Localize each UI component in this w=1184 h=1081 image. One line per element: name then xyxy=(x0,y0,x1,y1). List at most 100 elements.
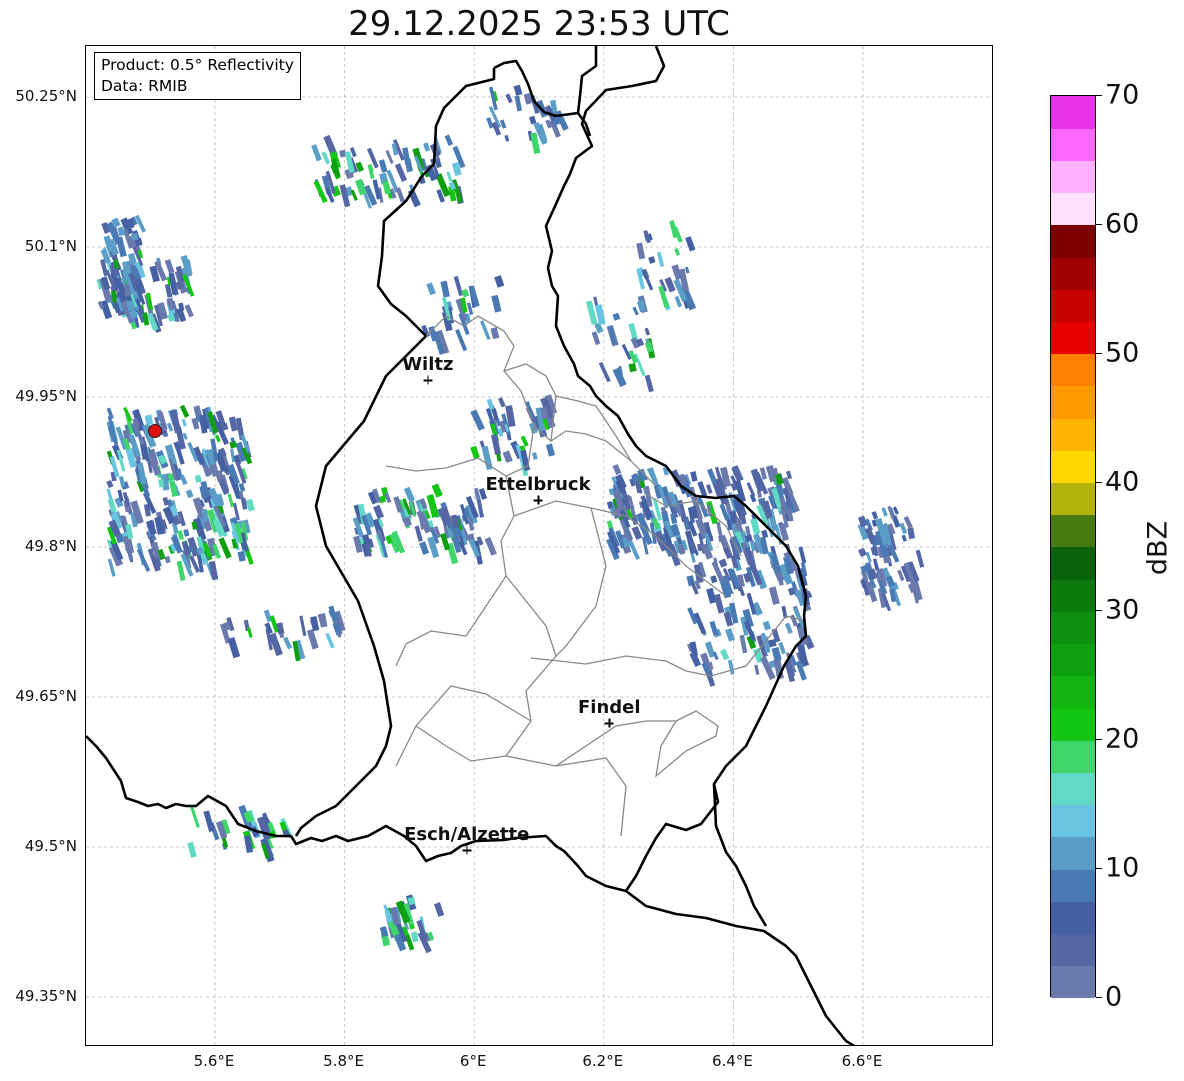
echo-cell xyxy=(881,507,888,517)
lon-tick-label: 6.6°E xyxy=(841,1052,883,1070)
lat-tick-label: 50.1°N xyxy=(24,237,77,255)
map-canvas[interactable] xyxy=(86,46,993,1046)
echo-cell xyxy=(325,632,335,649)
echo-cell xyxy=(697,481,708,497)
colorbar-tick xyxy=(1096,481,1102,483)
colorbar-tick xyxy=(1096,868,1102,870)
colorbar-segment xyxy=(1051,257,1095,290)
lat-tick-label: 49.65°N xyxy=(15,687,77,705)
echo-cell xyxy=(716,521,723,537)
echo-cell xyxy=(720,648,730,661)
colorbar xyxy=(1050,95,1096,999)
echo-cell xyxy=(164,258,175,274)
city-label: Ettelbruck xyxy=(485,474,591,495)
echo-cell xyxy=(247,627,253,638)
echo-cell xyxy=(260,837,275,863)
colorbar-segment xyxy=(1051,675,1095,709)
colorbar-segment xyxy=(1051,579,1095,612)
colorbar-tick-label: 10 xyxy=(1105,852,1140,884)
city-marker-icon xyxy=(423,375,433,385)
echo-cell xyxy=(194,474,202,483)
colorbar-segment xyxy=(1051,224,1095,258)
radar-site-marker[interactable] xyxy=(148,424,162,438)
colorbar-unit-label: dBZ xyxy=(1142,520,1174,576)
radar-echoes xyxy=(96,84,925,954)
colorbar-tick-label: 70 xyxy=(1105,79,1140,111)
colorbar-segment xyxy=(1051,901,1095,935)
lon-tick-label: 5.8°E xyxy=(323,1052,365,1070)
echo-cell xyxy=(394,163,408,183)
echo-cell xyxy=(177,530,184,541)
echo-cell xyxy=(238,482,246,492)
echo-cell xyxy=(419,541,430,555)
echo-cell xyxy=(227,493,235,508)
city-marker-icon xyxy=(533,495,543,505)
colorbar-segment xyxy=(1051,933,1095,967)
lat-tick-label: 49.8°N xyxy=(24,537,77,555)
echo-cell xyxy=(882,555,892,564)
echo-cell xyxy=(514,95,523,112)
echo-cell xyxy=(771,646,782,662)
colorbar-tick-label: 40 xyxy=(1105,466,1140,498)
echo-cell xyxy=(858,547,867,558)
echo-cell xyxy=(713,593,725,614)
colorbar-segment xyxy=(1051,643,1095,677)
echo-cell xyxy=(176,560,186,581)
colorbar-segment xyxy=(1051,289,1095,322)
colorbar-segment xyxy=(1051,128,1095,161)
echo-cell xyxy=(644,374,654,393)
echo-cell xyxy=(658,285,670,309)
echo-cell xyxy=(136,548,151,572)
colorbar-segment xyxy=(1051,965,1095,999)
echo-cell xyxy=(190,806,200,828)
colorbar-segment xyxy=(1051,740,1095,773)
echo-cell xyxy=(245,498,256,512)
echo-cell xyxy=(750,518,761,535)
colorbar-segment xyxy=(1051,869,1095,902)
echo-cell xyxy=(283,636,293,650)
colorbar-tick-label: 30 xyxy=(1105,594,1140,626)
echo-cell xyxy=(385,150,394,164)
echo-cell xyxy=(784,622,793,634)
colorbar-segment xyxy=(1051,96,1095,129)
echo-cell xyxy=(118,475,126,488)
echo-cell xyxy=(229,440,238,449)
echo-cell xyxy=(299,615,307,637)
echo-cell xyxy=(395,187,405,203)
map-panel[interactable] xyxy=(85,45,993,1046)
echo-cell xyxy=(634,353,646,377)
echo-cell xyxy=(499,119,507,129)
echo-cell xyxy=(628,363,637,373)
echo-cell xyxy=(203,810,215,833)
colorbar-segment xyxy=(1051,192,1095,226)
echo-cell xyxy=(230,448,236,463)
echo-cell xyxy=(762,620,772,631)
data-source-label: Data: RMIB xyxy=(101,77,188,95)
echo-cell xyxy=(310,615,320,632)
colorbar-tick xyxy=(1096,997,1102,998)
echo-cell xyxy=(183,529,190,537)
colorbar-segment xyxy=(1051,708,1095,741)
echo-cell xyxy=(591,331,601,346)
colorbar-segment xyxy=(1051,418,1095,451)
echo-cell xyxy=(378,159,388,173)
colorbar-tick xyxy=(1096,739,1102,741)
echo-cell xyxy=(491,294,502,313)
echo-cell xyxy=(179,404,190,418)
city-marker-icon xyxy=(462,845,472,855)
map-title: 29.12.2025 23:53 UTC xyxy=(348,4,730,44)
echo-cell xyxy=(318,613,328,628)
echo-cell xyxy=(513,84,523,96)
echo-cell xyxy=(690,471,698,482)
echo-cell xyxy=(754,664,760,675)
echo-cell xyxy=(164,555,171,564)
echo-cell xyxy=(416,919,428,941)
echo-cell xyxy=(871,511,879,520)
city-label: Wiltz xyxy=(402,354,454,375)
echo-cell xyxy=(410,931,419,943)
echo-cell xyxy=(490,327,500,340)
colorbar-segment xyxy=(1051,353,1095,387)
colorbar-tick-label: 20 xyxy=(1105,723,1140,755)
echo-cell xyxy=(529,115,537,125)
echo-cell xyxy=(746,482,756,497)
